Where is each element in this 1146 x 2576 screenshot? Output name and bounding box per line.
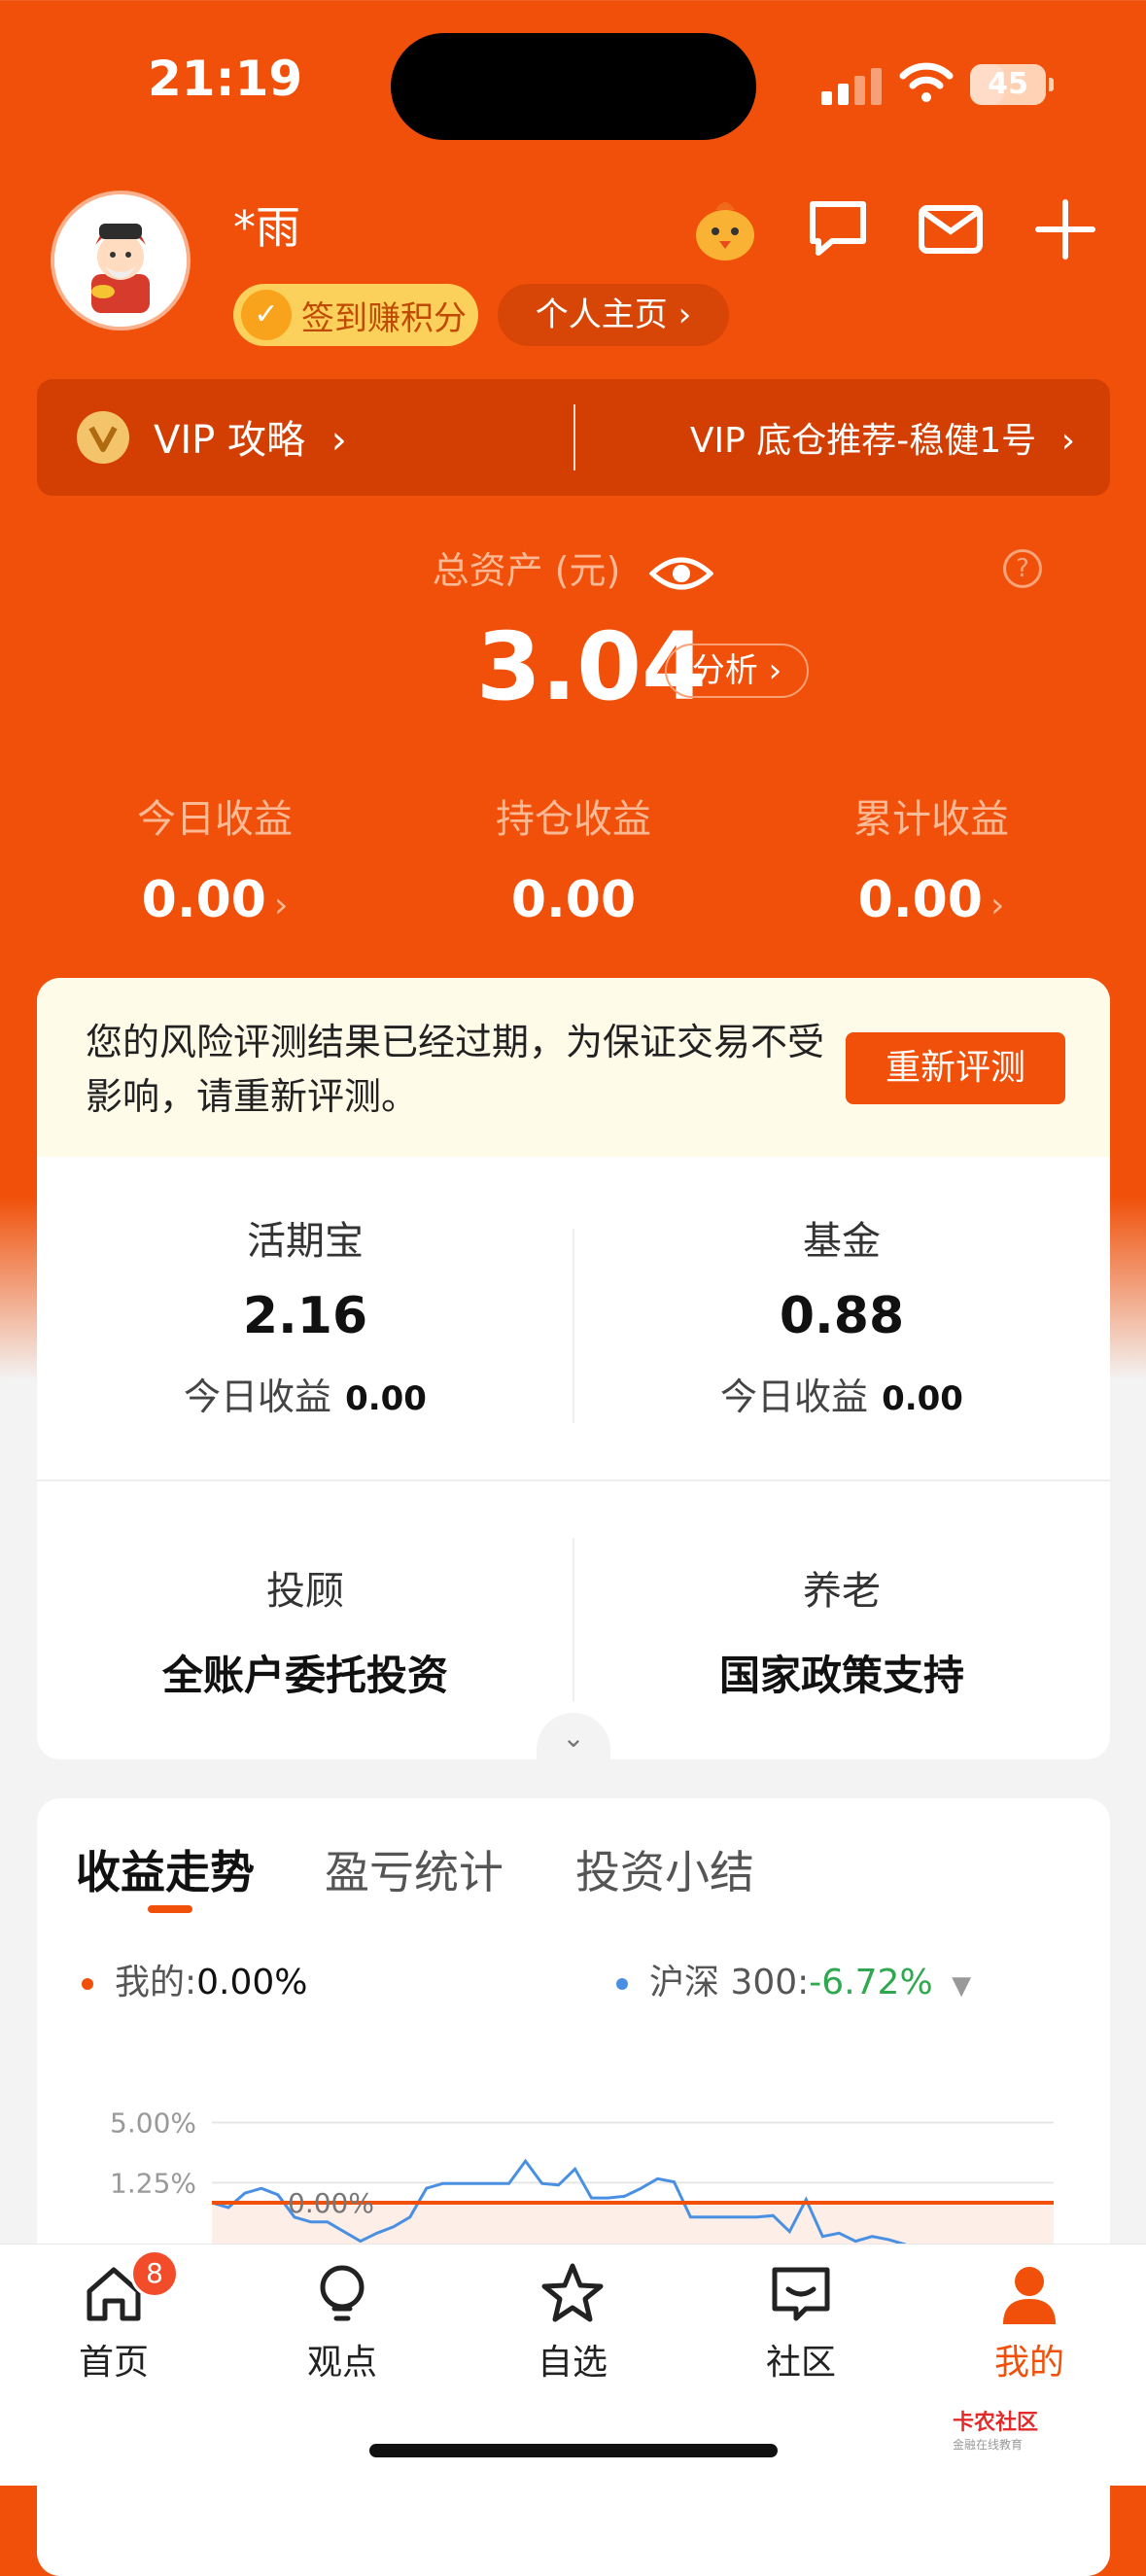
cellular-signal-icon <box>821 68 882 105</box>
avatar[interactable] <box>51 191 191 331</box>
status-time: 21:19 <box>148 51 303 107</box>
active-tab-indicator <box>148 1905 192 1913</box>
vip-guide-label: VIP 攻略 <box>154 418 305 463</box>
watermark-subtitle: 金融在线教育 <box>953 2438 1024 2452</box>
battery-level: 45 <box>988 67 1028 101</box>
notification-badge: 8 <box>130 2249 179 2298</box>
stat-holding-earnings[interactable]: 持仓收益 0.00 <box>428 787 719 929</box>
community-chat-icon <box>772 2267 830 2321</box>
help-icon[interactable]: ? <box>1003 549 1042 588</box>
vip-bar: VIP 攻略 › VIP 底仓推荐-稳健1号 › <box>37 379 1110 496</box>
product-sub-label: 今日收益 <box>720 1375 869 1418</box>
mascot-bird-icon[interactable] <box>686 191 764 268</box>
stat-value: 0.00 <box>857 871 983 929</box>
eye-icon[interactable] <box>649 552 714 595</box>
account-card: 您的风险评测结果已经过期，为保证交易不受影响，请重新评测。 重新评测 活期宝 2… <box>37 978 1110 1759</box>
tab-mine[interactable]: 我的 <box>966 2260 1093 2385</box>
checkmark-icon: ✓ <box>241 290 292 340</box>
tab-earnings-trend[interactable]: 收益走势 <box>76 1837 255 1901</box>
product-pension[interactable]: 养老 国家政策支持 <box>573 1559 1110 1702</box>
product-sub-label: 今日收益 <box>184 1375 332 1418</box>
legend-dot <box>616 1978 628 1990</box>
chevron-right-icon: › <box>273 886 289 925</box>
risk-notice: 您的风险评测结果已经过期，为保证交易不受影响，请重新评测。 重新评测 <box>37 978 1110 1157</box>
vip-guide-link[interactable]: VIP 攻略 › <box>154 408 347 465</box>
add-icon[interactable] <box>1026 191 1104 268</box>
legend-index-value: -6.72% <box>809 1963 933 2002</box>
watermark-title: 卡农社区 <box>953 2411 1039 2435</box>
y-tick-label: 5.00% <box>110 2107 196 2140</box>
tab-investment-summary[interactable]: 投资小结 <box>575 1837 754 1901</box>
stat-cumulative-earnings[interactable]: 累计收益 0.00 › <box>785 787 1077 929</box>
product-desc: 国家政策支持 <box>718 1652 964 1699</box>
tab-profit-loss[interactable]: 盈亏统计 <box>325 1837 504 1901</box>
risk-message: 您的风险评测结果已经过期，为保证交易不受影响，请重新评测。 <box>86 1021 825 1118</box>
product-huoqibao[interactable]: 活期宝 2.16 今日收益 0.00 <box>37 1209 573 1420</box>
product-label: 活期宝 <box>247 1219 364 1264</box>
stat-label: 累计收益 <box>853 797 1009 842</box>
product-desc: 全账户委托投资 <box>161 1652 448 1699</box>
tab-label: 社区 <box>765 2343 836 2383</box>
vip-badge-icon <box>77 411 129 464</box>
dropdown-triangle-icon: ▼ <box>952 1971 972 2001</box>
chevron-right-icon: › <box>990 886 1005 925</box>
product-label: 养老 <box>803 1569 881 1614</box>
stat-today-earnings[interactable]: 今日收益 0.00 › <box>69 787 361 929</box>
product-value: 0.88 <box>779 1287 905 1345</box>
tab-label: 首页 <box>78 2343 149 2383</box>
analyze-button[interactable]: 分析 › <box>665 644 809 698</box>
tab-label: 我的 <box>993 2343 1064 2383</box>
legend-mine: 我的:0.00% <box>82 1954 308 2004</box>
wifi-icon <box>899 62 954 102</box>
tab-watchlist[interactable]: 自选 <box>509 2260 636 2385</box>
product-sub-value: 0.00 <box>882 1379 963 1418</box>
stat-value: 0.00 <box>510 871 637 929</box>
product-sub-value: 0.00 <box>345 1379 427 1418</box>
tab-label: 观点 <box>306 2343 377 2383</box>
divider <box>37 1479 1110 1481</box>
lightbulb-icon <box>320 2265 365 2321</box>
y-tick-label: 1.25% <box>110 2167 196 2199</box>
legend-mine-label: 我的: <box>115 1963 197 2002</box>
product-label: 投顾 <box>266 1569 344 1614</box>
chat-icon[interactable] <box>799 191 877 268</box>
tab-views[interactable]: 观点 <box>279 2260 405 2385</box>
battery-indicator: 45 <box>970 64 1054 105</box>
legend-index[interactable]: 沪深 300:-6.72% ▼ <box>616 1954 971 2004</box>
vip-recommend-link[interactable]: VIP 底仓推荐-稳健1号 › <box>690 412 1075 463</box>
vip-recommend-label: VIP 底仓推荐-稳健1号 <box>689 421 1037 461</box>
expand-chevron-icon[interactable]: ⌄ <box>537 1713 610 1759</box>
dynamic-island <box>391 33 756 140</box>
legend-index-label: 沪深 300: <box>649 1963 810 2002</box>
chevron-right-icon: › <box>1060 421 1075 461</box>
stat-label: 今日收益 <box>137 797 293 842</box>
product-value: 2.16 <box>242 1287 368 1345</box>
star-icon <box>541 2263 604 2322</box>
zero-annotation: 0.00% <box>288 2187 374 2219</box>
vip-divider <box>573 404 575 470</box>
product-label: 基金 <box>803 1219 881 1264</box>
tab-community[interactable]: 社区 <box>738 2260 864 2385</box>
home-indicator <box>369 2444 778 2457</box>
stat-label: 持仓收益 <box>496 797 651 842</box>
chevron-right-icon: › <box>330 418 347 463</box>
total-assets-header: 总资产 (元) <box>0 540 1146 595</box>
tab-label: 自选 <box>537 2343 608 2383</box>
reassess-button[interactable]: 重新评测 <box>846 1032 1065 1104</box>
product-fund[interactable]: 基金 0.88 今日收益 0.00 <box>573 1209 1110 1420</box>
product-advisory[interactable]: 投顾 全账户委托投资 <box>37 1559 573 1702</box>
homepage-button[interactable]: 个人主页 › <box>498 284 729 346</box>
fortune-god-avatar-icon <box>54 194 187 327</box>
legend-dot <box>82 1978 93 1990</box>
mail-icon[interactable] <box>912 191 990 268</box>
stat-value: 0.00 <box>141 871 266 929</box>
checkin-label: 签到赚积分 <box>301 298 467 338</box>
checkin-button[interactable]: ✓ 签到赚积分 <box>233 284 478 346</box>
username: *雨 <box>233 201 300 254</box>
user-icon <box>1003 2267 1056 2324</box>
legend-mine-value: 0.00% <box>196 1963 308 2002</box>
watermark-logo: 卡农社区 金融在线教育 <box>953 2405 1038 2453</box>
total-assets-label: 总资产 (元) <box>432 549 621 592</box>
